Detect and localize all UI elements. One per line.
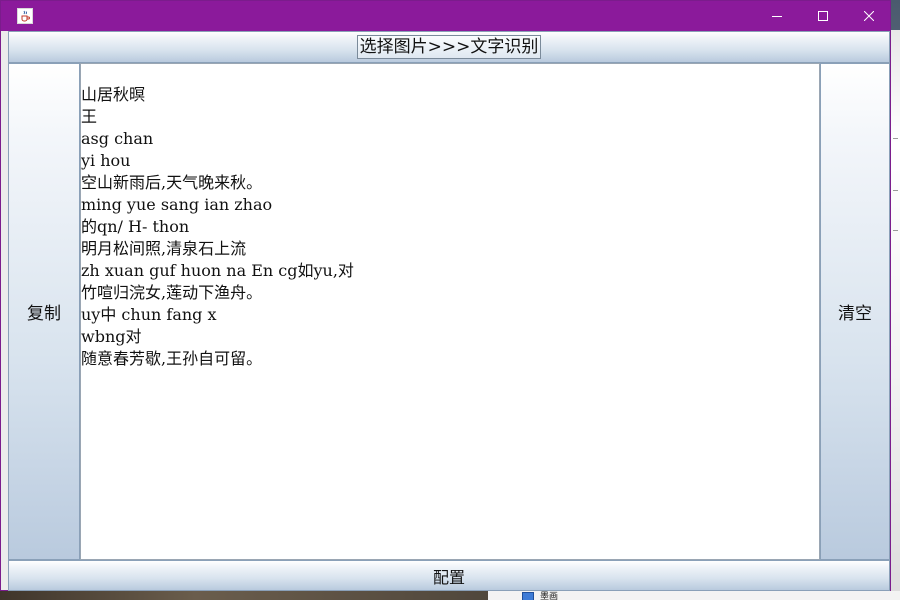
close-button[interactable]	[846, 1, 892, 31]
clear-button-label: 清空	[838, 304, 872, 324]
text-line: zh xuan guf huon na En cg如yu,对	[81, 261, 354, 280]
title-bar[interactable]	[1, 1, 890, 31]
maximize-button[interactable]	[800, 1, 846, 31]
text-line: yi hou	[81, 151, 131, 170]
close-icon	[864, 11, 874, 21]
background-divider	[893, 138, 898, 139]
text-line: uy中 chun fang x	[81, 305, 217, 324]
text-line: asg chan	[81, 129, 154, 148]
text-line: 王	[81, 107, 98, 126]
text-line: 随意春芳歇,王孙自可留。	[81, 349, 263, 368]
file-icon[interactable]	[522, 592, 534, 600]
text-line: wbng对	[81, 327, 142, 346]
text-line: 空山新雨后,天气晚来秋。	[81, 173, 263, 192]
text-line: 明月松间照,清泉石上流	[81, 239, 247, 258]
text-line: 的qn/ H- thon	[81, 217, 190, 236]
copy-button-label: 复制	[27, 304, 61, 324]
background-divider	[893, 230, 898, 231]
copy-button[interactable]: 复制	[8, 63, 80, 560]
select-image-ocr-button[interactable]: 选择图片>>>文字识别	[8, 31, 890, 63]
maximize-icon	[818, 11, 828, 21]
config-button-label: 配置	[432, 567, 465, 587]
text-line: 山居秋暝	[81, 85, 146, 104]
minimize-icon	[772, 16, 782, 17]
java-cup-icon	[17, 8, 33, 24]
select-image-ocr-label: 选择图片>>>文字识别	[356, 35, 542, 59]
ocr-result-textarea[interactable]: 山居秋暝王 asg chan yi hou 空山新雨后,天气晚来秋。 ming yue …	[80, 63, 820, 560]
desktop-background-bottom	[0, 591, 488, 600]
minimize-button[interactable]	[754, 1, 800, 31]
config-button[interactable]: 配置	[8, 560, 890, 591]
background-file-list: 墨画	[488, 591, 900, 600]
text-line: ming yue sang ian zhao	[81, 195, 273, 214]
background-window-edge	[891, 30, 900, 600]
clear-button[interactable]: 清空	[820, 63, 890, 560]
background-divider	[893, 190, 898, 191]
text-line: 竹喧归浣女,莲动下渔舟。	[81, 283, 263, 302]
